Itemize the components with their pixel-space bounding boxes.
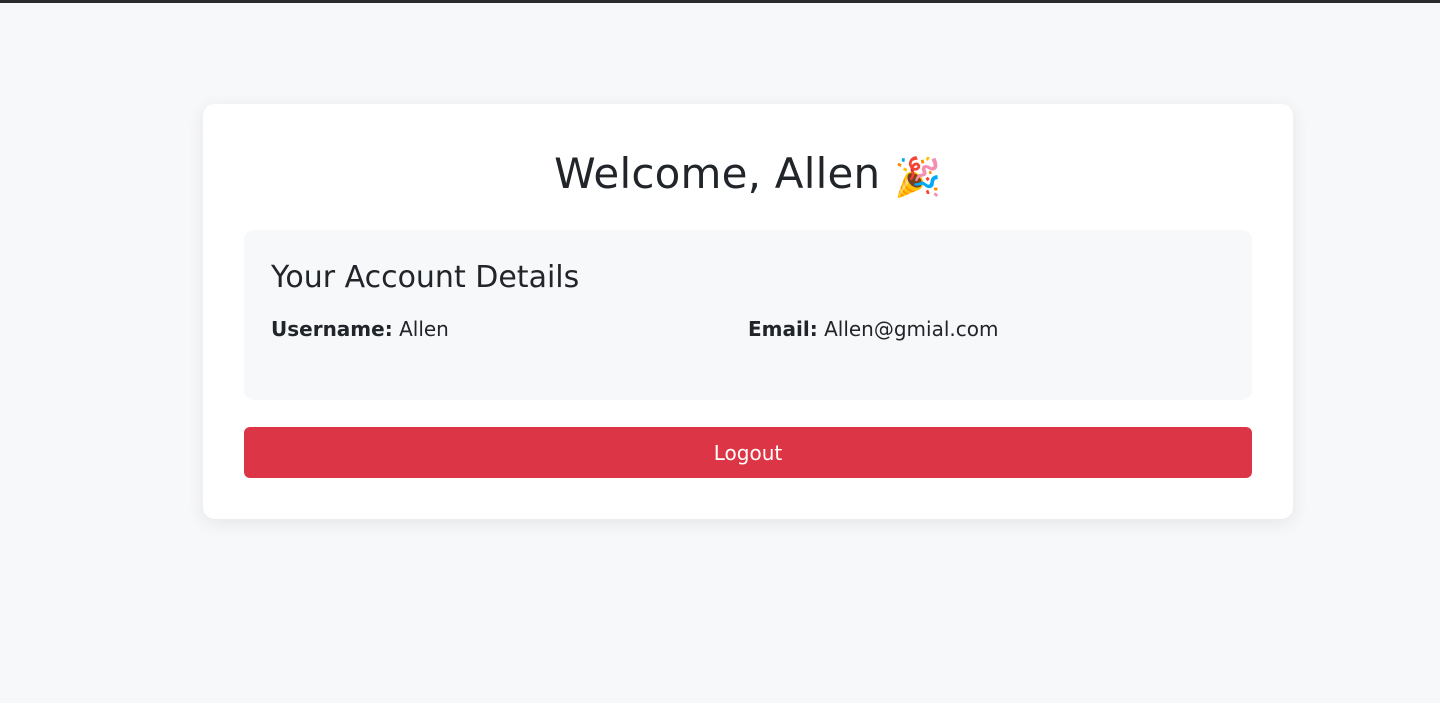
account-details-heading: Your Account Details [271,260,580,295]
account-details-row: Username: Allen Email: Allen@gmial.com [271,316,1225,342]
party-popper-icon: 🎉 [894,155,942,199]
account-details-panel: Your Account Details Username: Allen Ema… [244,230,1252,400]
email-label: Email: [748,317,818,341]
username-field: Username: Allen [271,316,748,342]
logout-button[interactable]: Logout [244,427,1252,478]
top-border [0,0,1440,3]
email-value: Allen@gmial.com [824,317,999,341]
page-title: Welcome, Allen 🎉 [244,148,1252,200]
email-field: Email: Allen@gmial.com [748,316,1225,342]
username-value: Allen [399,317,449,341]
username-label: Username: [271,317,393,341]
welcome-text: Welcome, Allen [554,149,881,198]
welcome-card: Welcome, Allen 🎉 Your Account Details Use… [203,104,1293,519]
